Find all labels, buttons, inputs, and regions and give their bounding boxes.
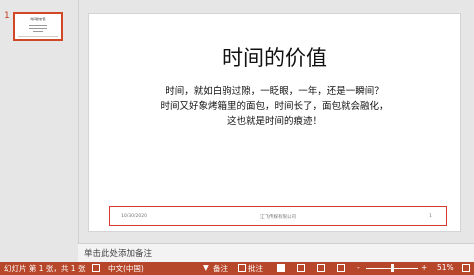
comments-button[interactable]: 批注 <box>248 263 263 274</box>
spellcheck-icon[interactable] <box>92 264 100 272</box>
slide-canvas[interactable]: 时间的价值 时间，就如白驹过隙，一眨眼，一年，还是一瞬间？ 时间又好象烤箱里的面… <box>88 13 461 232</box>
zoom-out-button[interactable]: - <box>357 263 360 272</box>
notes-button[interactable]: 备注 <box>213 263 228 274</box>
zoom-in-button[interactable]: + <box>421 263 427 272</box>
slide-thumbnail[interactable]: 时间的价值 <box>13 12 63 41</box>
notes-pane[interactable]: 单击此处添加备注 <box>78 243 474 262</box>
thumbnail-title: 时间的价值 <box>30 17 46 21</box>
slide-sorter-icon[interactable] <box>297 264 305 272</box>
comments-icon <box>238 264 246 272</box>
slideshow-icon[interactable] <box>337 264 345 272</box>
body-line: 这也就是时间的痕迹！ <box>226 116 322 127</box>
fit-to-window-icon[interactable] <box>462 264 470 272</box>
normal-view-icon[interactable] <box>277 264 285 272</box>
thumbnail-pane: 1 时间的价值 <box>0 0 79 243</box>
zoom-slider-thumb[interactable] <box>391 264 395 272</box>
reading-view-icon[interactable] <box>317 264 325 272</box>
thumbnail-text-line <box>29 25 47 26</box>
footer-page-number[interactable]: 1 <box>429 214 432 219</box>
powerpoint-window: 1 时间的价值 时间的价值 时间，就如白驹过隙，一眨眼，一年，还是一瞬间？ 时间… <box>0 0 474 275</box>
zoom-level[interactable]: 51% <box>437 263 454 272</box>
slide-body-text[interactable]: 时间，就如白驹过隙，一眨眼，一年，还是一瞬间？ 时间又好象烤箱里的面包，时间长了… <box>89 84 460 129</box>
status-bar: 幻灯片 第 1 张，共 1 张 中文(中国) ▼ 备注 批注 - + 51% <box>0 262 474 275</box>
language-indicator[interactable]: 中文(中国) <box>108 263 144 274</box>
body-line: 时间，就如白驹过隙，一眨眼，一年，还是一瞬间？ <box>165 86 384 97</box>
thumbnail-number: 1 <box>4 11 10 21</box>
thumbnail-text-line <box>29 28 47 29</box>
slide-counter: 幻灯片 第 1 张，共 1 张 <box>4 264 86 273</box>
thumbnail-footer-line <box>18 36 58 37</box>
thumbnail-text-line <box>33 31 43 32</box>
notes-placeholder[interactable]: 单击此处添加备注 <box>84 247 152 259</box>
footer-selection-box[interactable]: 10/30/2020 江飞传媒有限公司 1 <box>109 206 447 226</box>
slide-title[interactable]: 时间的价值 <box>89 42 460 72</box>
footer-text[interactable]: 江飞传媒有限公司 <box>110 214 446 220</box>
body-line: 时间又好象烤箱里的面包，时间长了，面包就会融化， <box>160 101 389 112</box>
notes-icon: ▼ <box>203 263 209 272</box>
